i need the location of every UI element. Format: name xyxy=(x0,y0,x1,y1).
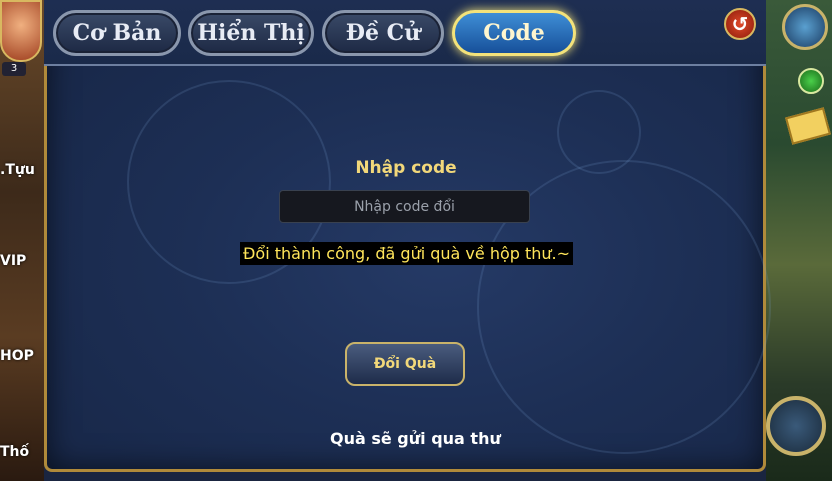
globe-icon[interactable] xyxy=(782,4,828,50)
code-label: Nhập code xyxy=(355,158,457,178)
search-icon[interactable] xyxy=(766,396,826,456)
tab-basic[interactable]: Cơ Bản xyxy=(53,10,181,56)
code-input[interactable]: Nhập code đổi xyxy=(279,190,530,223)
up-arrow-icon[interactable] xyxy=(798,68,824,94)
avatar[interactable] xyxy=(0,0,42,62)
statistics-button[interactable]: Thố xyxy=(0,444,44,460)
close-icon[interactable]: ↺ xyxy=(724,8,756,40)
mail-note: Quà sẽ gửi qua thư xyxy=(330,429,501,448)
vip-button[interactable]: VIP xyxy=(0,253,44,269)
tab-recommend[interactable]: Đề Cử xyxy=(322,10,444,56)
tab-display[interactable]: Hiển Thị xyxy=(188,10,314,56)
redeem-button[interactable]: Đổi Quà xyxy=(345,342,465,386)
settings-panel xyxy=(44,0,771,472)
shop-button[interactable]: HOP xyxy=(0,348,44,364)
level-badge: 3 xyxy=(2,62,26,76)
success-message: Đổi thành công, đã gửi quà về hộp thư.~ xyxy=(240,242,574,265)
tab-code[interactable]: Code xyxy=(452,10,576,56)
